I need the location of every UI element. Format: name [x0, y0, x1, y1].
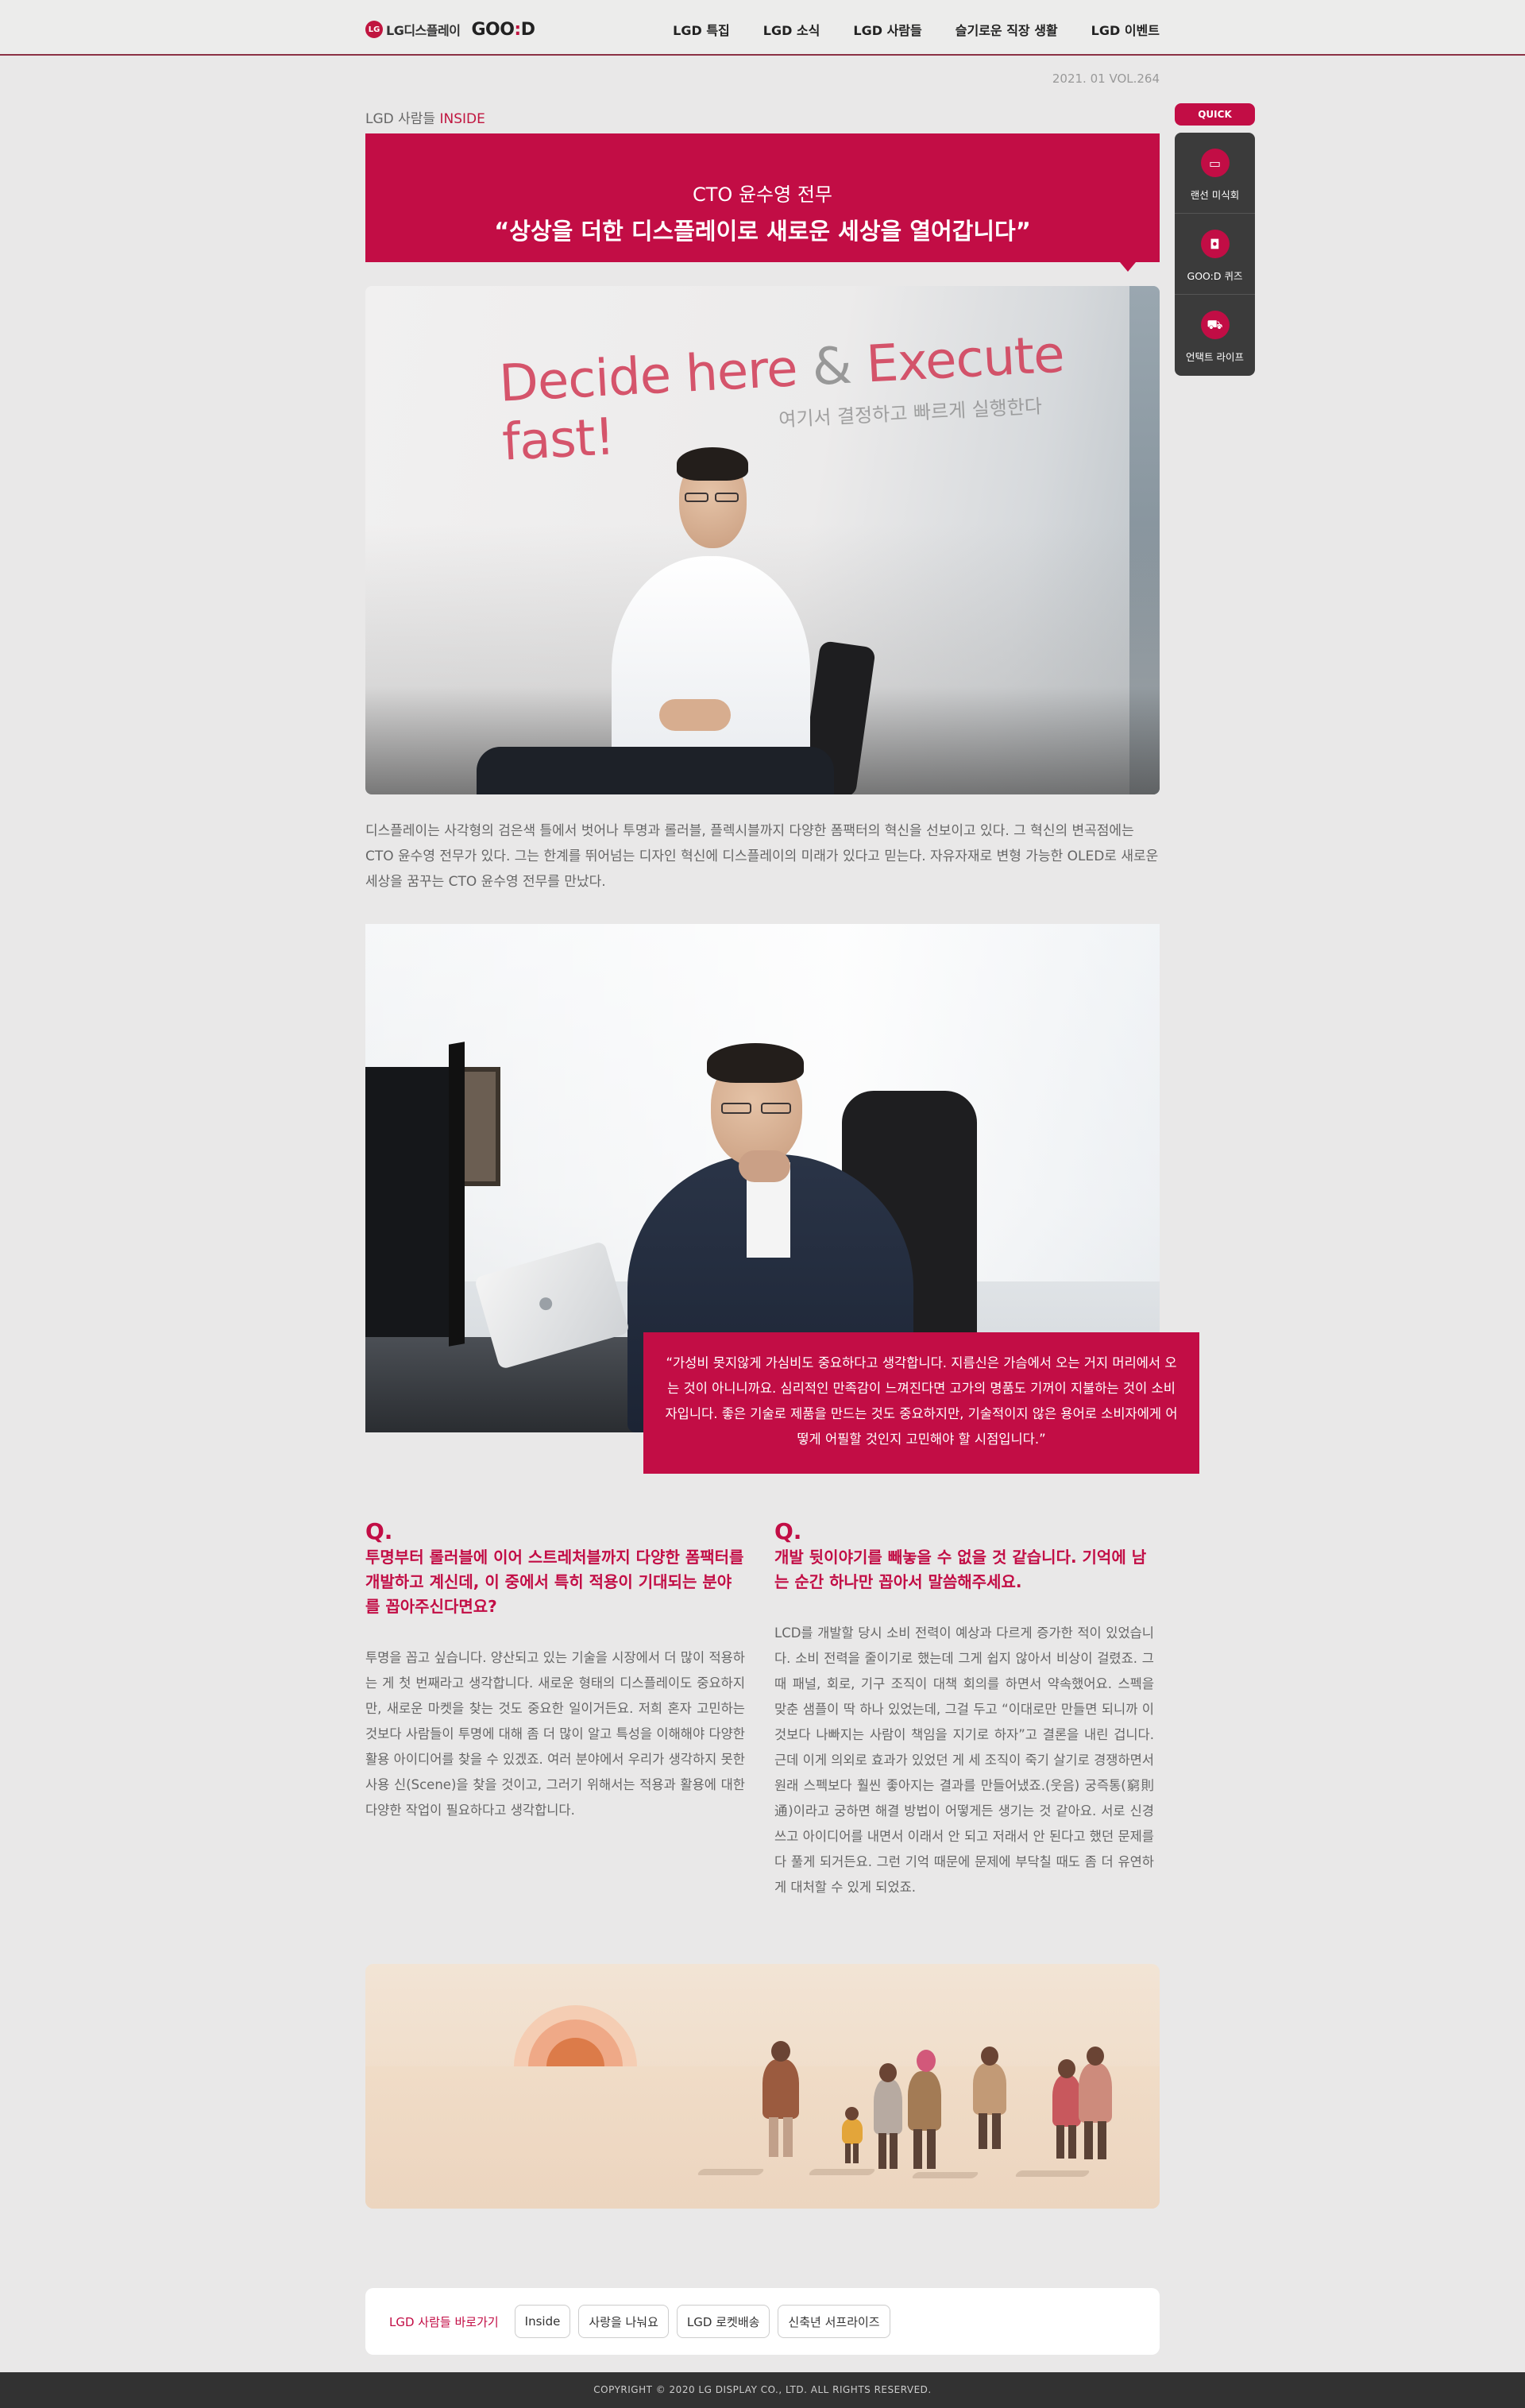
cart-icon: ⛟: [1200, 311, 1230, 339]
figure-adult: [874, 2079, 902, 2135]
people-shortcuts: LGD 사람들 바로가기 Inside 사랑을 나눠요 LGD 로켓배송 신축년…: [365, 2288, 1160, 2355]
question-mark: Q.: [774, 1518, 802, 1544]
wall-slogan: Decide here & Execute fast!: [497, 325, 1066, 473]
tv-icon: ▭: [1200, 149, 1230, 177]
quick-item-quiz[interactable]: ◘ GOO:D 퀴즈: [1175, 214, 1255, 295]
figure-child: [842, 2119, 863, 2144]
nav-lgd-special[interactable]: LGD 특집: [673, 20, 730, 39]
section-label: LGD 사람들 INSIDE: [365, 111, 485, 127]
shortcut-new-year-surprise[interactable]: 신축년 서프라이즈: [778, 2305, 890, 2338]
quick-item-lanseon[interactable]: ▭ 랜선 미식회: [1175, 133, 1255, 214]
monitor: [365, 1067, 461, 1337]
shortcut-rocket-delivery[interactable]: LGD 로켓배송: [676, 2305, 770, 2338]
nav-lgd-news[interactable]: LGD 소식: [763, 20, 820, 39]
shortcut-inside[interactable]: Inside: [514, 2305, 571, 2338]
good-logo: GOO:D: [471, 19, 535, 40]
sunrise-illustration: [365, 1964, 1160, 2209]
title-banner: CTO 윤수영 전무 “상상을 더한 디스플레이로 새로운 세상을 열어갑니다”: [365, 133, 1160, 272]
banner-pointer: [1120, 262, 1136, 272]
intro-paragraph: 디스플레이는 사각형의 검은색 틀에서 벗어나 투명과 롤러블, 플렉시블까지 …: [365, 823, 1159, 890]
quick-item-label: 랜선 미식회: [1190, 189, 1240, 201]
shortcuts-label: LGD 사람들 바로가기: [389, 2314, 499, 2329]
nav-work-life[interactable]: 슬기로운 직장 생활: [956, 20, 1058, 39]
pull-quote: “가성비 못지않게 가심비도 중요하다고 생각합니다. 지름신은 가슴에서 오는…: [643, 1332, 1199, 1474]
footer-copyright: COPYRIGHT © 2020 LG DISPLAY CO., LTD. AL…: [0, 2372, 1525, 2408]
quick-item-untact[interactable]: ⛟ 언택트 라이프: [1175, 295, 1255, 376]
portrait-photo-1: Decide here & Execute fast! 여기서 결정하고 빠르게…: [365, 286, 1160, 794]
quick-item-label: GOO:D 퀴즈: [1187, 270, 1243, 282]
bag-icon: ◘: [1200, 230, 1230, 258]
qa-block-2: Q. 개발 뒷이야기를 빼놓을 수 없을 것 같습니다. 기억에 남는 순간 하…: [774, 1519, 1154, 1900]
nav-lgd-event[interactable]: LGD 이벤트: [1091, 20, 1160, 39]
question-text: 투명부터 롤러블에 이어 스트레처블까지 다양한 폼팩터를 개발하고 계신데, …: [365, 1548, 744, 1616]
question-text: 개발 뒷이야기를 빼놓을 수 없을 것 같습니다. 기억에 남는 순간 하나만 …: [774, 1548, 1147, 1591]
figure-adult: [1079, 2063, 1112, 2123]
article-subtitle: CTO 윤수영 전무: [693, 184, 832, 206]
question-mark: Q.: [365, 1518, 393, 1544]
main-nav: LGD 특집 LGD 소식 LGD 사람들 슬기로운 직장 생활 LGD 이벤트: [673, 17, 1160, 41]
quick-menu-list: ▭ 랜선 미식회 ◘ GOO:D 퀴즈 ⛟ 언택트 라이프: [1175, 133, 1255, 376]
answer-text: LCD를 개발할 당시 소비 전력이 예상과 다르게 증가한 적이 있었습니다.…: [774, 1625, 1154, 1895]
quick-title: QUICK: [1175, 103, 1255, 126]
issue-number: 2021. 01 VOL.264: [1052, 72, 1160, 86]
article-title: “상상을 더한 디스플레이로 새로운 세상을 열어갑니다”: [494, 218, 1031, 245]
site-header: LG LG디스플레이 GOO:D LGD 특집 LGD 소식 LGD 사람들 슬…: [0, 0, 1525, 56]
logo[interactable]: LG LG디스플레이 GOO:D: [365, 17, 535, 41]
answer-text: 투명을 꼽고 싶습니다. 양산되고 있는 기술을 시장에서 더 많이 적용하는 …: [365, 1650, 745, 1818]
figure-adult: [908, 2071, 941, 2131]
figure-adult: [762, 2059, 799, 2119]
figure-adult: [1052, 2075, 1081, 2127]
quick-menu: QUICK ▭ 랜선 미식회 ◘ GOO:D 퀴즈 ⛟ 언택트 라이프: [1175, 103, 1255, 376]
figure-adult: [973, 2063, 1006, 2115]
quick-item-label: 언택트 라이프: [1186, 351, 1244, 363]
qa-block-1: Q. 투명부터 롤러블에 이어 스트레처블까지 다양한 폼팩터를 개발하고 계신…: [365, 1519, 745, 1823]
shortcut-share-love[interactable]: 사랑을 나눠요: [578, 2305, 669, 2338]
nav-lgd-people[interactable]: LGD 사람들: [853, 20, 921, 39]
lg-logo-icon: LG: [365, 21, 383, 38]
logo-text: LG디스플레이: [386, 23, 461, 38]
